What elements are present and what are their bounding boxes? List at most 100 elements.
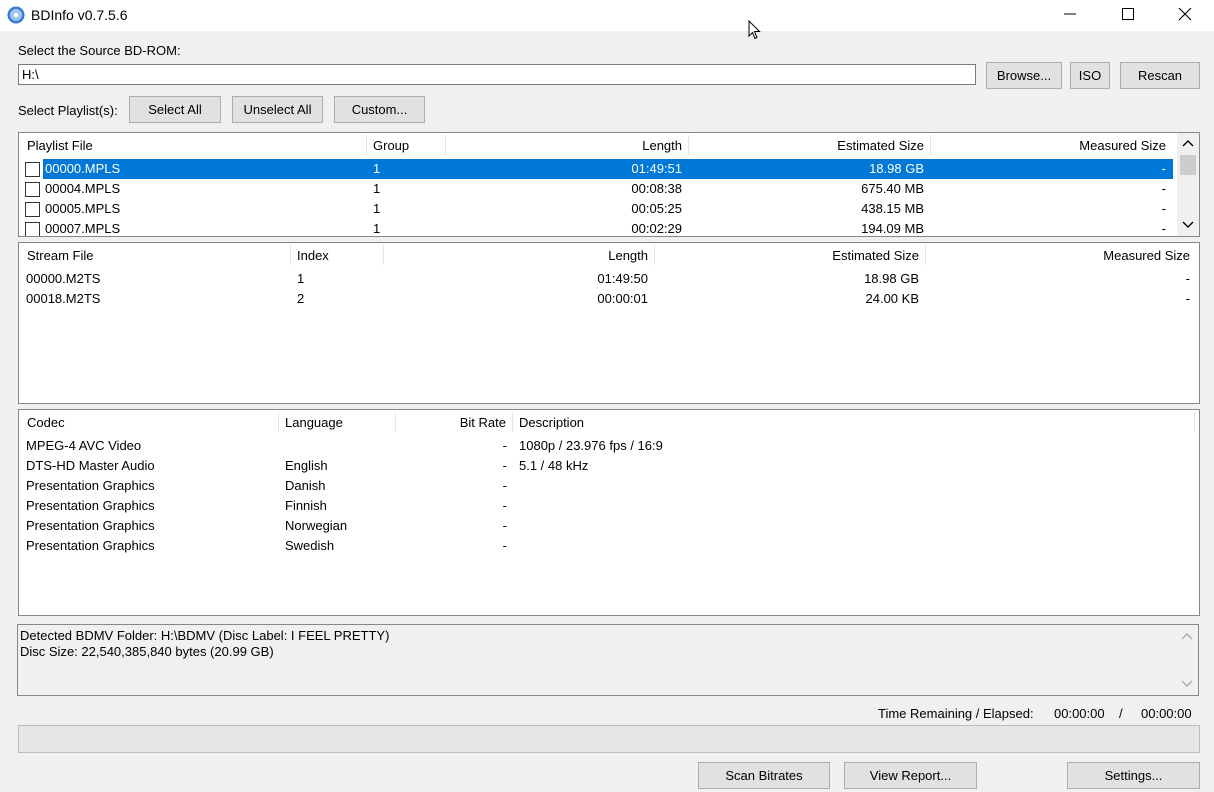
header-measured-size[interactable]: Measured Size [926,243,1196,267]
playlist-checkbox[interactable] [25,182,40,197]
scroll-down-arrow-icon[interactable] [1182,221,1194,229]
select-playlists-label: Select Playlist(s): [18,103,118,118]
header-stream-file[interactable]: Stream File [21,243,289,267]
playlist-list[interactable]: Playlist File Group Length Estimated Siz… [18,132,1200,237]
playlist-file: 00007.MPLS [45,221,121,236]
codec-row[interactable]: Presentation Graphics Danish - [19,476,1199,496]
header-group[interactable]: Group [367,133,445,157]
scroll-down-arrow-icon[interactable] [1181,680,1193,688]
codec-name: Presentation Graphics [26,538,155,553]
scroll-thumb[interactable] [1180,155,1196,175]
playlist-row[interactable]: 00007.MPLS 1 00:02:29 194.09 MB - [19,219,1199,236]
codec-description: 1080p / 23.976 fps / 16:9 [519,438,663,453]
codec-header: Codec Language Bit Rate Description [19,410,1199,434]
mouse-cursor-icon [748,20,761,40]
codec-language: Norwegian [285,518,348,533]
stream-length: 01:49:50 [597,271,648,286]
codec-bitrate: - [502,478,507,493]
header-estimated-size[interactable]: Estimated Size [689,133,930,157]
codec-row[interactable]: DTS-HD Master Audio English - 5.1 / 48 k… [19,456,1199,476]
scroll-up-arrow-icon[interactable] [1181,632,1193,640]
header-description[interactable]: Description [513,410,1193,434]
maximize-button[interactable] [1099,0,1157,29]
playlist-file: 00004.MPLS [45,181,121,196]
close-button[interactable] [1156,0,1214,29]
browse-button[interactable]: Browse... [986,62,1062,89]
playlist-group: 1 [373,221,381,236]
codec-name: Presentation Graphics [26,518,155,533]
codec-row[interactable]: Presentation Graphics Finnish - [19,496,1199,516]
playlist-measured-size: - [1161,161,1166,176]
iso-button[interactable]: ISO [1070,62,1110,89]
rescan-button[interactable]: Rescan [1120,62,1200,89]
codec-name: MPEG-4 AVC Video [26,438,142,453]
header-bit-rate[interactable]: Bit Rate [396,410,512,434]
codec-bitrate: - [502,538,507,553]
playlist-file: 00000.MPLS [45,161,121,176]
source-path-input[interactable]: H:\ [18,64,976,85]
playlist-file: 00005.MPLS [45,201,121,216]
playlist-measured-size: - [1161,201,1166,216]
playlist-checkbox[interactable] [25,222,40,236]
select-all-button[interactable]: Select All [129,96,221,123]
stream-row[interactable]: 00018.M2TS 2 00:00:01 24.00 KB - [19,289,1199,309]
codec-bitrate: - [502,518,507,533]
scan-bitrates-button[interactable]: Scan Bitrates [698,762,830,789]
close-icon [1178,8,1192,21]
stream-measured-size: - [1185,291,1190,306]
playlist-est-size: 675.40 MB [861,181,924,196]
header-index[interactable]: Index [291,243,383,267]
codec-language: Danish [285,478,326,493]
stream-measured-size: - [1185,271,1190,286]
codec-bitrate: - [502,498,507,513]
stream-est-size: 24.00 KB [865,291,920,306]
codec-row[interactable]: MPEG-4 AVC Video - 1080p / 23.976 fps / … [19,436,1199,456]
codec-row[interactable]: Presentation Graphics Norwegian - [19,516,1199,536]
header-length[interactable]: Length [446,133,688,157]
title-bar: BDInfo v0.7.5.6 [0,0,1214,31]
minimize-button[interactable] [1041,0,1099,29]
info-textarea[interactable]: Detected BDMV Folder: H:\BDMV (Disc Labe… [17,624,1199,696]
settings-button[interactable]: Settings... [1067,762,1200,789]
playlist-row[interactable]: 00000.MPLS 1 01:49:51 18.98 GB - [19,159,1199,179]
codec-language: Finnish [285,498,327,513]
custom-button[interactable]: Custom... [334,96,425,123]
header-length[interactable]: Length [384,243,654,267]
playlist-row[interactable]: 00005.MPLS 1 00:05:25 438.15 MB - [19,199,1199,219]
playlist-est-size: 194.09 MB [861,221,924,236]
header-measured-size[interactable]: Measured Size [931,133,1172,157]
codec-list[interactable]: Codec Language Bit Rate Description MPEG… [18,409,1200,616]
playlist-row[interactable]: 00004.MPLS 1 00:08:38 675.40 MB - [19,179,1199,199]
info-line-disc-size: Disc Size: 22,540,385,840 bytes (20.99 G… [20,644,274,659]
view-report-button[interactable]: View Report... [844,762,977,789]
stream-index: 2 [297,291,305,306]
disc-app-icon [7,6,25,24]
info-line-folder: Detected BDMV Folder: H:\BDMV (Disc Labe… [20,628,390,643]
source-label: Select the Source BD-ROM: [18,43,181,58]
playlist-length: 00:02:29 [631,221,682,236]
playlist-group: 1 [373,181,381,196]
scroll-up-arrow-icon[interactable] [1182,139,1194,147]
header-language[interactable]: Language [279,410,395,434]
playlist-checkbox[interactable] [25,202,40,217]
stream-row[interactable]: 00000.M2TS 1 01:49:50 18.98 GB - [19,269,1199,289]
playlist-length: 01:49:51 [631,161,682,176]
playlist-checkbox[interactable] [25,162,40,177]
minimize-icon [1064,13,1076,15]
header-playlist-file[interactable]: Playlist File [21,133,367,157]
playlist-scrollbar[interactable] [1177,133,1199,236]
time-elapsed: 00:00:00 [1141,706,1192,721]
stream-index: 1 [297,271,305,286]
codec-row[interactable]: Presentation Graphics Swedish - [19,536,1199,556]
header-codec[interactable]: Codec [21,410,277,434]
time-label: Time Remaining / Elapsed: [878,706,1034,721]
codec-name: Presentation Graphics [26,478,155,493]
codec-name: DTS-HD Master Audio [26,458,155,473]
unselect-all-button[interactable]: Unselect All [232,96,323,123]
playlist-group: 1 [373,201,381,216]
header-estimated-size[interactable]: Estimated Size [655,243,925,267]
playlist-length: 00:08:38 [631,181,682,196]
stream-list[interactable]: Stream File Index Length Estimated Size … [18,242,1200,404]
playlist-measured-size: - [1161,221,1166,236]
codec-description: 5.1 / 48 kHz [519,458,589,473]
